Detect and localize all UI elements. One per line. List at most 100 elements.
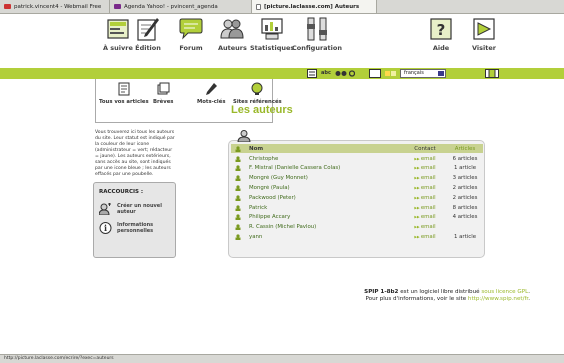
author-email-link[interactable]: ▶▶ email: [403, 234, 447, 240]
shortcut-label: Créer un nouvel auteur: [117, 203, 162, 215]
email-label: email: [420, 233, 436, 240]
table-row[interactable]: yann ▶▶ email 1 article: [231, 232, 483, 241]
tab-label: patrick.vincent4 - Webmail Free: [14, 3, 102, 10]
nav-statistiques[interactable]: Statistiques: [250, 16, 294, 52]
column-header-name[interactable]: Nom: [245, 146, 403, 152]
subnav-label: Mots-clés: [197, 99, 226, 105]
footer-text: est un logiciel libre distribué: [398, 289, 482, 295]
subnav-mots-cles[interactable]: Mots-clés: [197, 82, 226, 105]
subnav-label: Brèves: [153, 99, 174, 105]
nav-edition[interactable]: Édition: [135, 16, 161, 52]
author-article-count: 1 article: [453, 233, 477, 240]
author-article-count: 3 articles: [452, 175, 478, 182]
column-header-contact: Contact: [414, 145, 436, 152]
window-width-icon[interactable]: [485, 69, 499, 78]
subnav-breves[interactable]: Brèves: [153, 82, 173, 105]
author-status-icon: [235, 204, 241, 211]
spellcheck-label[interactable]: abc: [321, 69, 331, 78]
subnav-all-articles[interactable]: Tous vos articles: [99, 82, 149, 105]
author-name-link[interactable]: Christophe: [245, 156, 403, 162]
shortcuts-panel: RACCOURCIS : Créer un nouvel auteur i In…: [93, 182, 176, 258]
author-email-link[interactable]: ▶▶ email: [403, 224, 447, 230]
dropdown-arrow-icon: [438, 71, 444, 76]
author-email-link[interactable]: ▶▶ email: [403, 214, 447, 220]
license-link[interactable]: sous licence GPL: [481, 289, 528, 295]
author-email-link[interactable]: ▶▶ email: [403, 165, 447, 171]
personal-info-link[interactable]: i Informations personnelles: [99, 222, 169, 234]
tools-icon[interactable]: [335, 69, 347, 78]
nav-visiter[interactable]: Visiter: [471, 16, 497, 52]
email-label: email: [420, 155, 436, 162]
email-label: email: [420, 214, 436, 221]
author-name-link[interactable]: Mongré (Guy Monnet): [245, 175, 403, 181]
browser-tab-auteurs[interactable]: [picture.laclasse.com] Auteurs: [252, 0, 377, 13]
table-row[interactable]: Christophe ▶▶ email 6 articles: [231, 154, 483, 163]
author-name-link[interactable]: yann: [245, 234, 403, 240]
home-icon: [107, 19, 129, 39]
edit-icon: [137, 18, 159, 41]
tab-label: [picture.laclasse.com] Auteurs: [264, 3, 360, 10]
create-author-link[interactable]: Créer un nouvel auteur: [99, 203, 175, 215]
table-row[interactable]: F. Mistral (Danielle Cassera Colas) ▶▶ em…: [231, 164, 483, 173]
email-label: email: [420, 224, 436, 231]
column-header-articles[interactable]: Articles: [447, 146, 483, 152]
table-row[interactable]: Patrick ▶▶ email 8 articles: [231, 203, 483, 212]
subnav-sites-references[interactable]: Sites référencés: [233, 82, 282, 105]
author-email-link[interactable]: ▶▶ email: [403, 185, 447, 191]
color-swatch-light-icon[interactable]: [391, 71, 396, 76]
author-name-link[interactable]: Philippe Accary: [245, 214, 403, 220]
statistics-icon: [261, 18, 283, 40]
author-name-link[interactable]: Packwood (Peter): [245, 195, 403, 201]
author-email-link[interactable]: ▶▶ email: [403, 175, 447, 181]
display-icon[interactable]: [369, 69, 381, 78]
color-swatch-yellow-icon[interactable]: [385, 71, 390, 76]
table-row[interactable]: Mongré (Paula) ▶▶ email 2 articles: [231, 183, 483, 192]
author-email-link[interactable]: ▶▶ email: [403, 205, 447, 211]
browser-tab-agenda[interactable]: Agenda Yahoo! - pvincent_agenda: [110, 0, 252, 13]
nav-label: À suivre: [103, 44, 133, 52]
author-status-icon: [235, 224, 241, 231]
articles-icon: [118, 82, 130, 96]
nav-label: Auteurs: [218, 44, 247, 52]
nav-forum[interactable]: Forum: [178, 16, 204, 52]
table-row[interactable]: R. Cassin (Michel Pavlou) ▶▶ email: [231, 223, 483, 232]
author-status-icon: [235, 195, 241, 201]
author-article-count: 1 article: [453, 165, 477, 172]
browser-status-bar: http://picture.laclasse.com/ecrire/?exec…: [0, 354, 564, 363]
author-name-link[interactable]: Mongré (Paula): [245, 185, 403, 191]
settings-icon[interactable]: [349, 69, 355, 78]
forum-icon: [179, 18, 203, 40]
nav-aide[interactable]: ? Aide: [428, 16, 454, 52]
edition-subnav: Tous vos articles Brèves Mots-clés Sites…: [95, 79, 282, 123]
webmail-favicon-icon: [4, 4, 11, 9]
author-name-link[interactable]: Patrick: [245, 205, 403, 211]
author-name-link[interactable]: F. Mistral (Danielle Cassera Colas): [245, 165, 403, 171]
new-author-icon: [99, 203, 111, 215]
configuration-icon: [306, 17, 327, 41]
footer-text: Pour plus d'informations, voir le site: [365, 296, 468, 302]
author-name-link[interactable]: R. Cassin (Michel Pavlou): [245, 224, 403, 230]
nav-auteurs[interactable]: Auteurs: [218, 16, 247, 52]
author-article-count: 4 articles: [452, 214, 478, 221]
author-article-count: 6 articles: [452, 155, 478, 162]
nav-label: Visiter: [472, 44, 496, 52]
author-status-icon: [235, 185, 241, 191]
sites-icon: [251, 82, 263, 95]
table-row[interactable]: Mongré (Guy Monnet) ▶▶ email 3 articles: [231, 174, 483, 183]
tab-label: Agenda Yahoo! - pvincent_agenda: [124, 3, 218, 10]
browser-tab-webmail[interactable]: patrick.vincent4 - Webmail Free: [0, 0, 110, 13]
layout-icon[interactable]: [307, 69, 317, 78]
main-navigation: À suivre Édition Forum Auteurs Statistiq…: [0, 16, 564, 66]
table-row[interactable]: Philippe Accary ▶▶ email 4 articles: [231, 213, 483, 222]
author-email-link[interactable]: ▶▶ email: [403, 156, 447, 162]
author-email-link[interactable]: ▶▶ email: [403, 195, 447, 201]
email-label: email: [420, 194, 436, 201]
author-status-icon: [235, 145, 241, 152]
author-article-count: 2 articles: [452, 194, 478, 201]
email-label: email: [420, 184, 436, 191]
language-select[interactable]: français: [400, 69, 446, 78]
spip-site-link[interactable]: http://www.spip.net/fr: [468, 296, 528, 302]
nav-configuration[interactable]: Configuration: [292, 16, 342, 52]
nav-a-suivre[interactable]: À suivre: [103, 16, 133, 52]
table-row[interactable]: Packwood (Peter) ▶▶ email 2 articles: [231, 193, 483, 202]
